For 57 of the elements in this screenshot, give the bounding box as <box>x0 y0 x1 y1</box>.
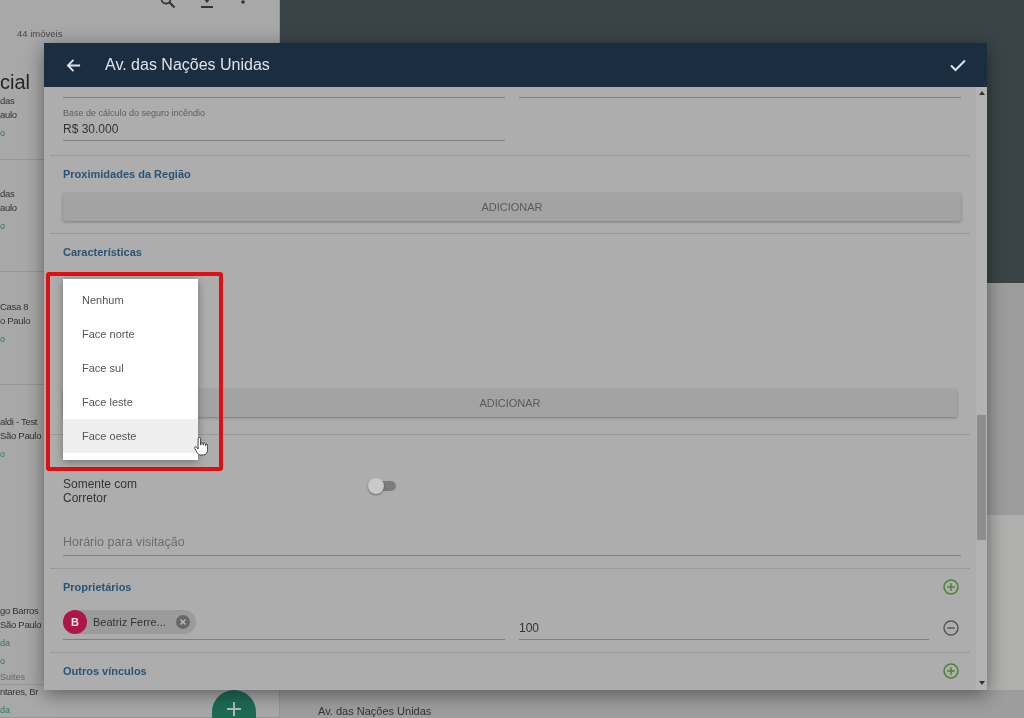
close-icon[interactable] <box>176 615 190 629</box>
listing-tag: o <box>0 219 5 233</box>
listing-address: São Paulo <box>0 618 42 632</box>
section-title: Proximidades da Região <box>63 167 191 181</box>
field-label: Base de cálculo do seguro incêndio <box>63 108 207 119</box>
toggle-label: Somente com Corretor <box>63 477 139 505</box>
remove-circle-icon[interactable] <box>943 620 959 636</box>
listing-address: das <box>0 94 15 108</box>
add-circle-icon[interactable] <box>943 579 959 595</box>
scroll-down-icon[interactable] <box>978 681 985 685</box>
input-field[interactable]: Base de cálculo do seguro incêndio R$ 30.000 <box>63 108 505 141</box>
scrollbar-track[interactable] <box>976 87 987 690</box>
listing-address: aldi - Test <box>0 415 38 429</box>
toggle-switch[interactable] <box>368 478 398 494</box>
input-field[interactable]: B Beatriz Ferre... <box>63 610 505 640</box>
owner-avatar: B <box>63 610 87 634</box>
owner-chip[interactable]: B Beatriz Ferre... <box>63 610 196 634</box>
listing-address: São Paulo <box>0 429 42 443</box>
listing-address: das <box>0 187 15 201</box>
visit-hours-field[interactable]: Horário para visitação <box>63 529 961 556</box>
listing-note: Suites <box>0 671 25 684</box>
section-title: Outros vínculos <box>63 664 147 678</box>
owner-name: Beatriz Ferre... <box>93 616 167 628</box>
dropdown-option[interactable]: Face oeste <box>63 419 198 453</box>
dropdown-option[interactable]: Face sul <box>63 351 198 385</box>
section-title: Características <box>63 245 142 259</box>
scroll-up-icon[interactable] <box>978 91 985 95</box>
listing-tag: da <box>0 636 10 650</box>
listing-count: 44 imóveis <box>16 28 64 40</box>
search-icon[interactable] <box>160 0 176 9</box>
share-field[interactable]: 100 <box>519 620 929 640</box>
back-arrow-icon[interactable] <box>66 57 81 73</box>
dialog-title: Av. das Nações Unidas <box>105 56 271 74</box>
listing-tag: o <box>0 332 5 346</box>
dropdown-option[interactable]: Face norte <box>63 317 198 351</box>
listing-address: aulo <box>0 108 17 122</box>
check-icon[interactable] <box>950 58 966 72</box>
listing-tag: o <box>0 447 5 461</box>
listing-title: cial <box>0 70 30 94</box>
listing-address: go Barros <box>0 604 39 618</box>
listing-tag: o <box>0 654 5 668</box>
listing-tag: o <box>0 126 5 140</box>
listing-address: o Paulo <box>0 314 31 328</box>
listing-address: ntares, Br <box>0 685 39 699</box>
add-circle-icon[interactable] <box>943 663 959 679</box>
section-title: Proprietários <box>63 580 132 594</box>
field-value: R$ 30.000 <box>63 121 120 137</box>
add-button[interactable] <box>212 690 256 718</box>
more-icon[interactable] <box>241 0 245 4</box>
download-icon[interactable] <box>200 0 214 9</box>
listing-address: aulo <box>0 201 17 215</box>
listing-address: Casa 8 <box>0 300 29 314</box>
scrollbar-thumb[interactable] <box>977 415 986 540</box>
listing-tag: da <box>0 703 10 717</box>
map-caption: Av. das Nações Unidas <box>317 705 433 717</box>
plus-icon <box>227 702 241 716</box>
dropdown-option[interactable]: Nenhum <box>63 283 198 317</box>
